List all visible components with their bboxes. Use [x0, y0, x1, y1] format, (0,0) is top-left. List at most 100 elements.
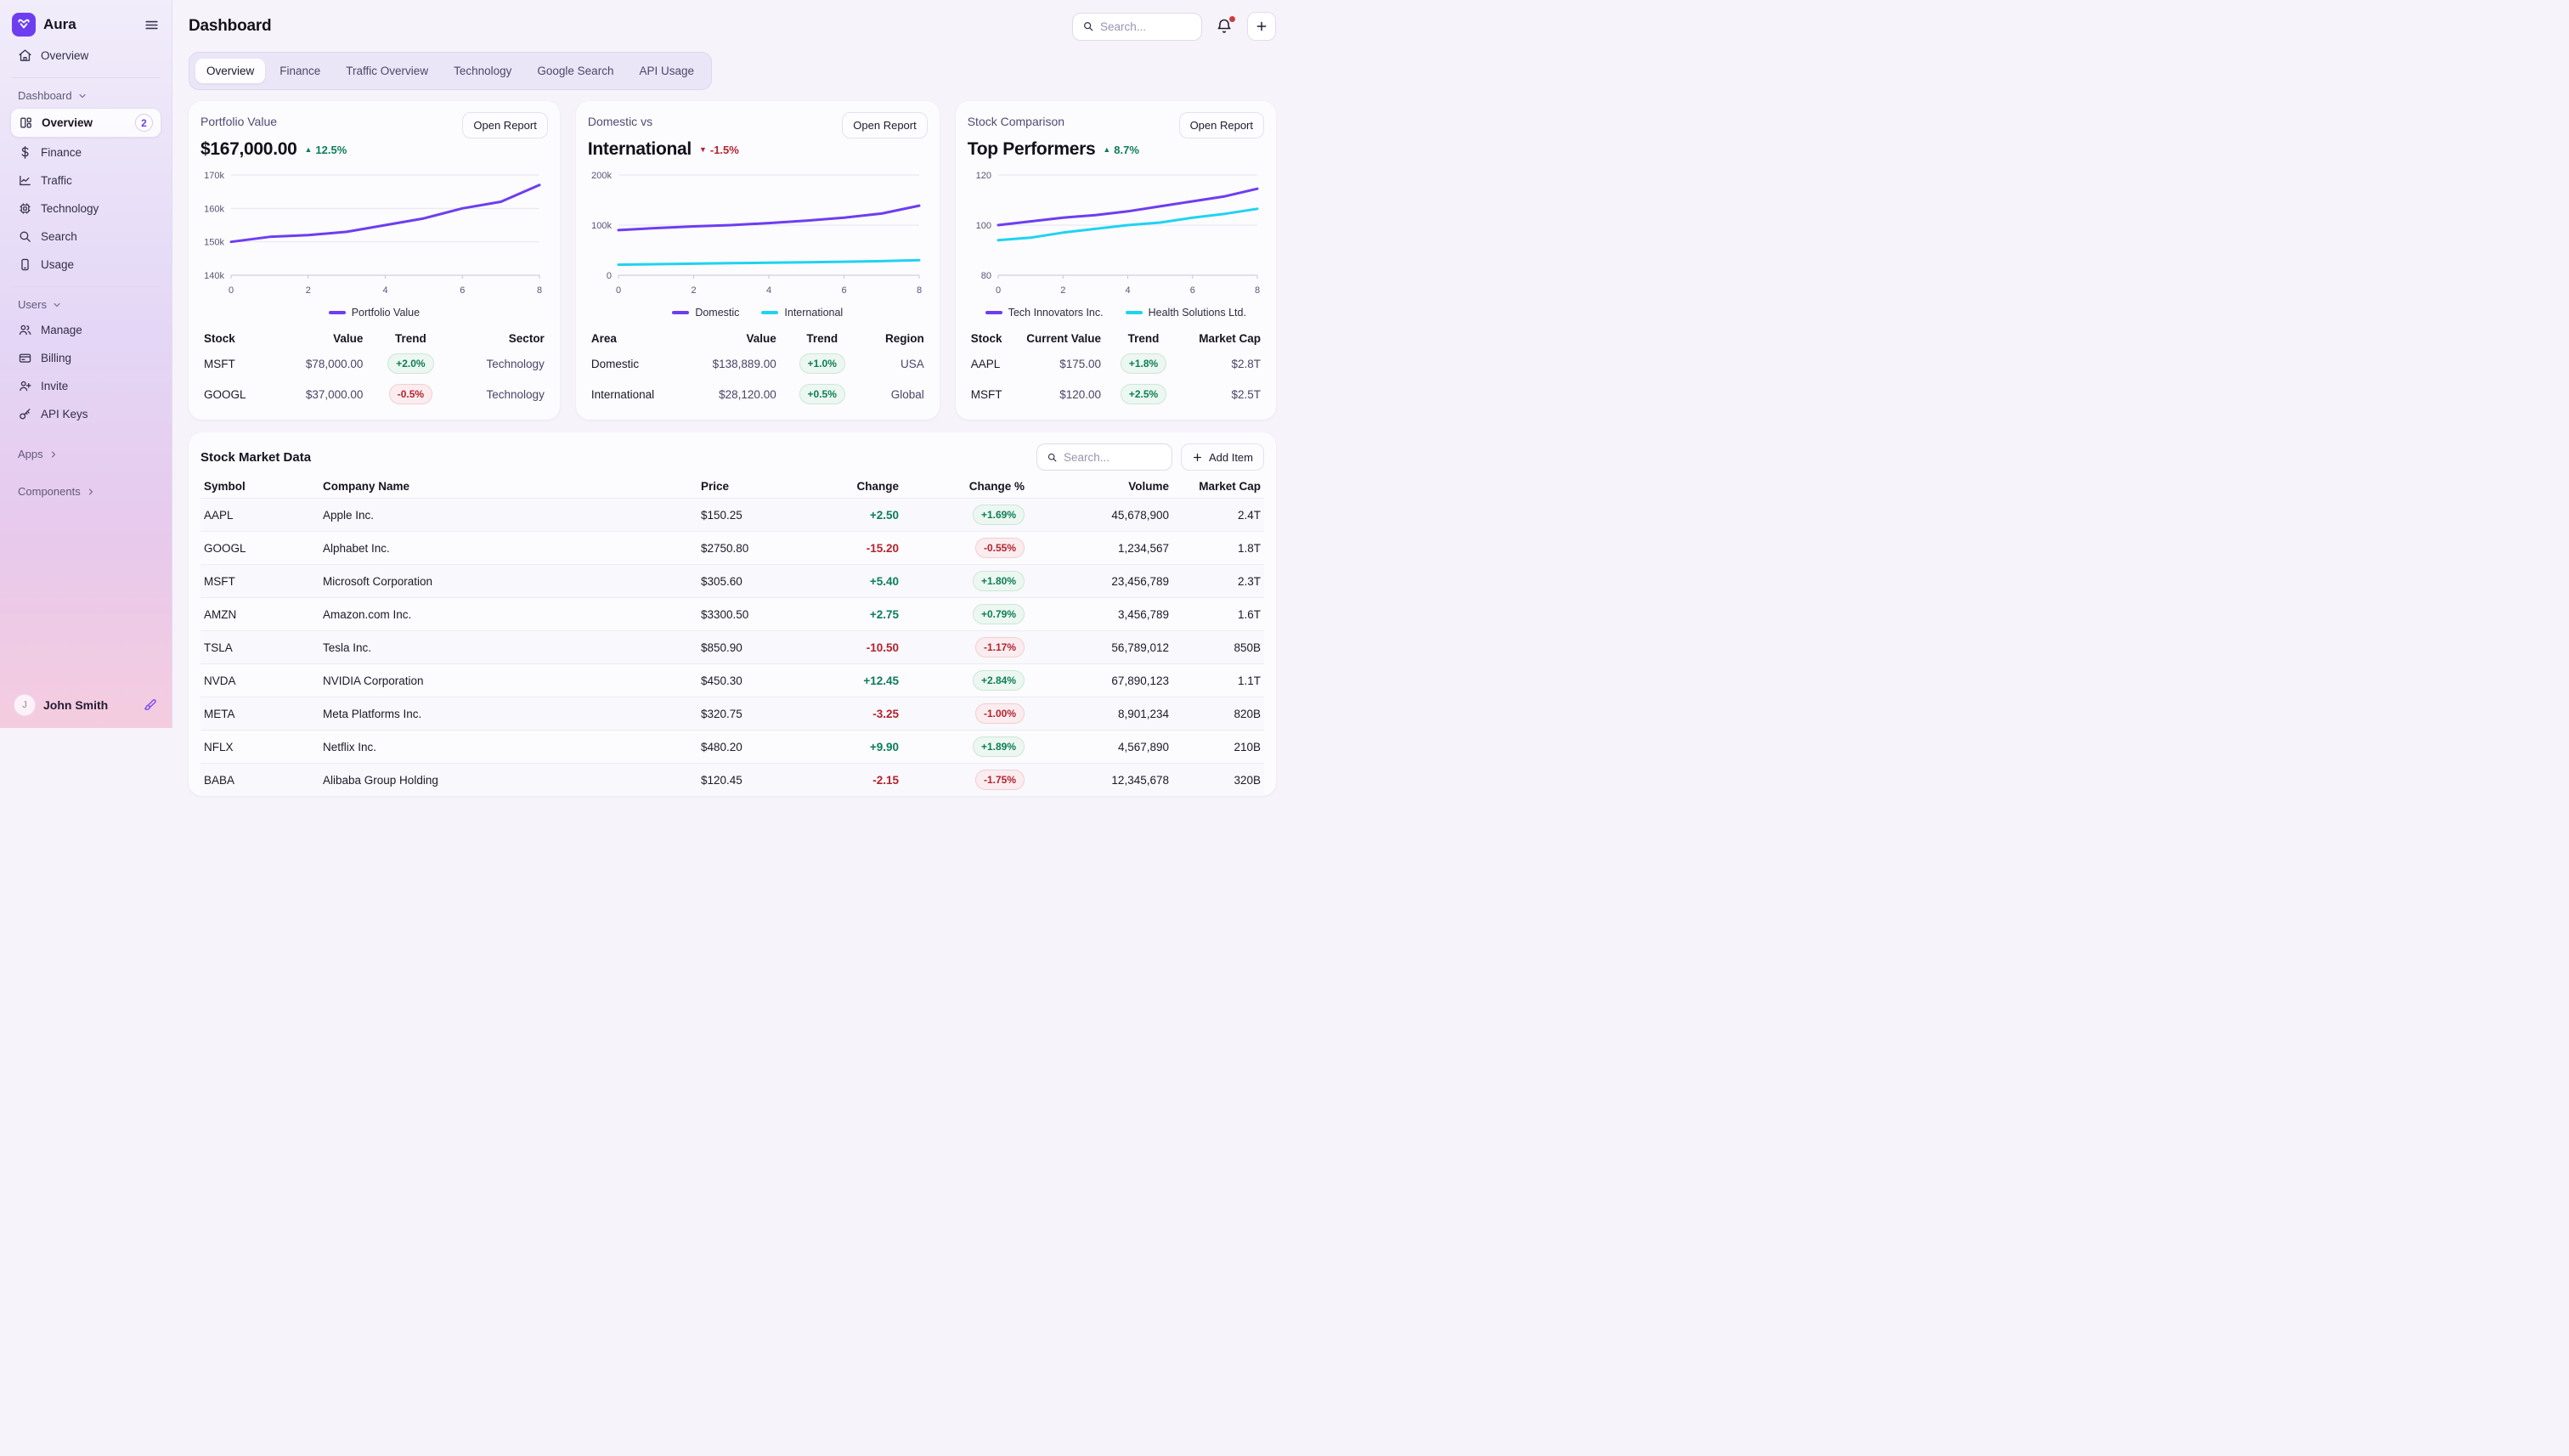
legend-item: Health Solutions Ltd.: [1126, 307, 1246, 319]
table-cell: AAPL: [968, 348, 1020, 379]
sidebar-item-overview-top[interactable]: Overview: [10, 42, 161, 69]
table-search-input[interactable]: [1064, 451, 1162, 464]
column-header: Stock: [968, 327, 1020, 348]
trend-pill: +1.80%: [973, 571, 1025, 591]
tab-traffic-overview[interactable]: Traffic Overview: [335, 59, 439, 83]
panel-title: Stock Market Data: [200, 450, 1036, 465]
table-cell: $2.5T: [1183, 379, 1264, 409]
card-title: Stock Comparison: [968, 112, 1064, 128]
user-row[interactable]: J John Smith: [10, 691, 161, 716]
legend-item: Portfolio Value: [329, 307, 420, 319]
add-new-button[interactable]: [1247, 12, 1276, 41]
tab-overview[interactable]: Overview: [195, 59, 265, 83]
svg-text:100k: 100k: [591, 221, 612, 231]
dashboard-grid-icon: [19, 116, 33, 130]
column-header: Region: [865, 327, 928, 348]
section-components[interactable]: Components: [10, 482, 161, 503]
card-title: Portfolio Value: [200, 112, 277, 128]
legend-item: International: [761, 307, 843, 319]
table-cell: $28,120.00: [681, 379, 780, 409]
table-cell: -3.25: [802, 697, 902, 730]
sidebar-item-search[interactable]: Search: [10, 223, 161, 250]
sidebar-item-traffic[interactable]: Traffic: [10, 167, 161, 194]
svg-text:0: 0: [229, 285, 234, 296]
chip-icon: [18, 201, 32, 216]
chart-legend: Portfolio Value: [200, 307, 548, 319]
stock-market-panel: Stock Market Data Add Item SymbolCompany…: [189, 432, 1276, 796]
chevron-down-icon: [52, 300, 62, 310]
table-cell: International: [588, 379, 681, 409]
tab-api-usage[interactable]: API Usage: [628, 59, 705, 83]
sidebar-item-label: Finance: [41, 146, 82, 159]
sidebar-item-label: Technology: [41, 202, 99, 215]
section-users[interactable]: Users: [10, 295, 161, 316]
trend-pill: -1.75%: [975, 770, 1025, 790]
aura-logo-icon: [12, 13, 36, 37]
stock-comparison-line-chart: 8010012002468: [968, 168, 1262, 297]
table-cell: NFLX: [200, 730, 319, 763]
chart-legend: DomesticInternational: [588, 307, 928, 319]
page-title: Dashboard: [189, 17, 1072, 36]
table-cell: 1.6T: [1172, 597, 1264, 630]
triangle-up-icon: ▲: [304, 145, 312, 154]
chevron-down-icon: [77, 91, 88, 101]
user-plus-icon: [18, 379, 32, 393]
chevron-right-icon: [86, 487, 96, 497]
table-cell: $120.00: [1020, 379, 1104, 409]
sidebar-item-usage[interactable]: Usage: [10, 251, 161, 278]
table-cell: +5.40: [802, 564, 902, 597]
table-cell: +2.50: [802, 498, 902, 531]
svg-text:8: 8: [537, 285, 542, 296]
add-item-button[interactable]: Add Item: [1181, 443, 1264, 471]
tab-finance[interactable]: Finance: [268, 59, 331, 83]
table-cell: 23,456,789: [1028, 564, 1172, 597]
open-report-button[interactable]: Open Report: [462, 112, 547, 138]
delta-badge: ▼-1.5%: [699, 144, 739, 156]
column-header: Trend: [780, 327, 865, 348]
table-cell: GOOGL: [200, 531, 319, 564]
trend-pill: -0.5%: [389, 384, 432, 404]
section-apps[interactable]: Apps: [10, 444, 161, 466]
tab-technology[interactable]: Technology: [443, 59, 522, 83]
sidebar-item-finance[interactable]: Finance: [10, 139, 161, 166]
sidebar-item-invite[interactable]: Invite: [10, 373, 161, 399]
sidebar-item-billing[interactable]: Billing: [10, 345, 161, 371]
portfolio-line-chart: 140k150k160k170k02468: [200, 168, 544, 297]
table-cell: +0.79%: [902, 597, 1028, 630]
search-input[interactable]: [1100, 20, 1192, 33]
sidebar-item-manage[interactable]: Manage: [10, 317, 161, 343]
column-header: Market Cap: [1183, 327, 1264, 348]
column-header: Company Name: [319, 473, 697, 498]
table-cell: TSLA: [200, 630, 319, 663]
svg-text:4: 4: [382, 285, 387, 296]
table-cell: 67,890,123: [1028, 663, 1172, 697]
table-cell: Alphabet Inc.: [319, 531, 697, 564]
sidebar-item-technology[interactable]: Technology: [10, 195, 161, 222]
section-label: Apps: [18, 448, 43, 460]
svg-text:120: 120: [975, 171, 991, 181]
search-icon: [18, 229, 32, 244]
column-header: Change %: [902, 473, 1028, 498]
sidebar-item-overview[interactable]: Overview 2: [10, 108, 161, 138]
sidebar-item-label: Overview: [42, 116, 93, 129]
section-label: Components: [18, 485, 81, 498]
table-cell: AAPL: [200, 498, 319, 531]
table-cell: -15.20: [802, 531, 902, 564]
table-cell: MSFT: [200, 348, 274, 379]
menu-toggle-icon[interactable]: [144, 17, 160, 33]
table-cell: +0.5%: [780, 379, 865, 409]
trend-pill: +1.69%: [973, 505, 1025, 525]
table-cell: 4,567,890: [1028, 730, 1172, 763]
sidebar-item-api-keys[interactable]: API Keys: [10, 401, 161, 427]
column-header: Value: [681, 327, 780, 348]
notifications-bell-icon[interactable]: [1216, 18, 1233, 35]
tab-google-search[interactable]: Google Search: [526, 59, 624, 83]
open-report-button[interactable]: Open Report: [842, 112, 927, 138]
theme-brush-icon[interactable]: [143, 697, 158, 713]
table-cell: -1.17%: [902, 630, 1028, 663]
table-cell: MSFT: [968, 379, 1020, 409]
trend-pill: +0.79%: [973, 604, 1025, 624]
delta-badge: ▲12.5%: [304, 144, 347, 156]
open-report-button[interactable]: Open Report: [1179, 112, 1264, 138]
section-dashboard[interactable]: Dashboard: [10, 86, 161, 107]
